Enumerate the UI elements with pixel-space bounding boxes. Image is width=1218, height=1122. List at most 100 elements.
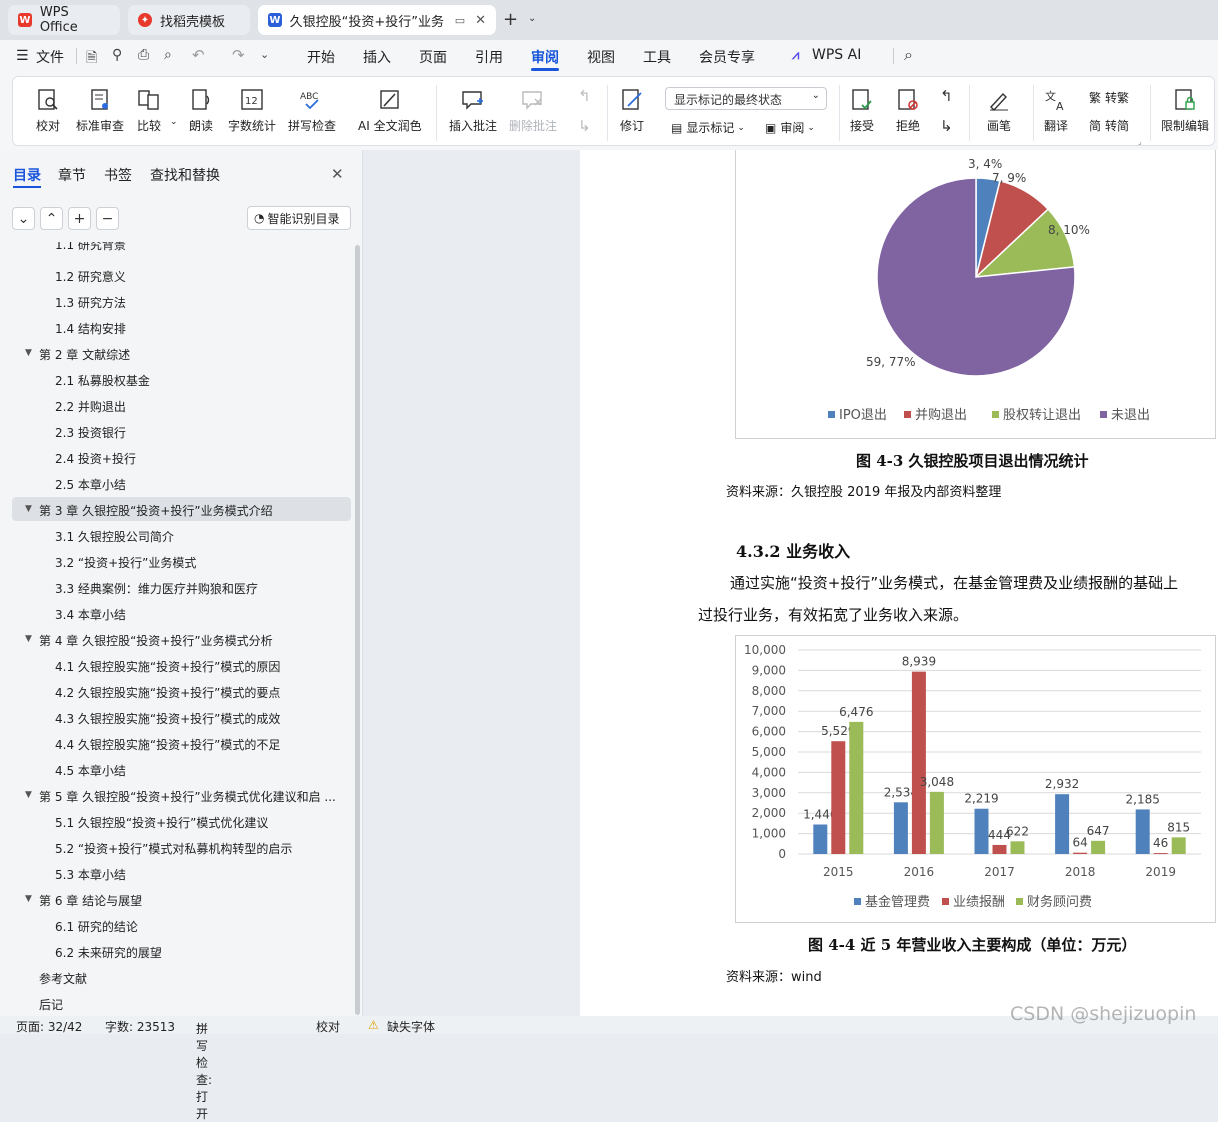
tab-toc[interactable]: 目录 bbox=[13, 165, 41, 185]
toc-item[interactable]: 3.2 “投资+投行”业务模式 bbox=[55, 554, 196, 571]
menu-view[interactable]: 视图 bbox=[587, 47, 615, 67]
menu-insert[interactable]: 插入 bbox=[363, 47, 391, 67]
ai-polish-button[interactable]: AI 全文润色 bbox=[358, 87, 422, 134]
word-count-indicator[interactable]: 字数: 23513 bbox=[105, 1018, 175, 1035]
scrollbar[interactable] bbox=[355, 245, 360, 1015]
toc-item[interactable]: 4.1 久银控股实施“投资+投行”模式的原因 bbox=[55, 658, 280, 675]
next-change-icon[interactable]: ↳ bbox=[940, 117, 953, 135]
toc-item[interactable]: 第 4 章 久银控股“投资+投行”业务模式分析 bbox=[39, 632, 273, 649]
missing-font-indicator[interactable]: 缺失字体 bbox=[387, 1018, 435, 1035]
prev-comment-icon[interactable]: ↰ bbox=[578, 87, 591, 105]
ink-button[interactable]: 画笔 bbox=[986, 87, 1012, 134]
print-preview-icon[interactable]: ⌕ bbox=[164, 47, 172, 63]
toc-item[interactable]: 2.3 投资银行 bbox=[55, 424, 126, 441]
toc-item[interactable]: 参考文献 bbox=[39, 970, 87, 987]
toc-item[interactable]: 2.2 并购退出 bbox=[55, 398, 126, 415]
toc-item[interactable]: 1.4 结构安排 bbox=[55, 320, 126, 337]
show-markup-button[interactable]: ▤ 显示标记 ⌄ bbox=[671, 119, 745, 136]
to-traditional-button[interactable]: 繁转繁 bbox=[1089, 89, 1129, 106]
toc-item[interactable]: 4.4 久银控股实施“投资+投行”模式的不足 bbox=[55, 736, 280, 753]
toc-item[interactable]: 后记 bbox=[39, 996, 63, 1013]
new-tab-icon[interactable]: + bbox=[503, 9, 518, 30]
insert-comment-button[interactable]: 插入批注 bbox=[449, 87, 497, 134]
toc-item[interactable]: 6.1 研究的结论 bbox=[55, 918, 138, 935]
tab-bookmarks[interactable]: 书签 bbox=[104, 165, 132, 185]
menu-tools[interactable]: 工具 bbox=[643, 47, 671, 67]
smart-toc-button[interactable]: ◔ 智能识别目录 bbox=[247, 206, 351, 230]
close-icon[interactable]: ✕ bbox=[475, 13, 486, 28]
accept-button[interactable]: 接受 bbox=[849, 87, 875, 134]
standard-review-button[interactable]: 标准审查 bbox=[76, 87, 124, 134]
toc-item[interactable]: 3.1 久银控股公司简介 bbox=[55, 528, 174, 545]
toc-item[interactable]: 2.4 投资+投行 bbox=[55, 450, 136, 467]
remove-heading-button[interactable]: − bbox=[96, 207, 119, 230]
expand-triangle-icon[interactable]: ▼ bbox=[25, 894, 32, 904]
menu-member[interactable]: 会员专享 bbox=[699, 47, 755, 67]
tab-template[interactable]: ✦ 找稻壳模板 bbox=[128, 5, 250, 35]
spell-check-button[interactable]: ABC 拼写检查 bbox=[288, 87, 336, 134]
track-changes-button[interactable]: 修订 bbox=[619, 87, 645, 134]
toc-item[interactable]: 5.1 久银控股“投资+投行”模式优化建议 bbox=[55, 814, 268, 831]
expand-triangle-icon[interactable]: ▼ bbox=[25, 634, 32, 644]
compare-button[interactable]: 比较 ⌄ bbox=[136, 87, 178, 134]
toc-item[interactable]: 3.4 本章小结 bbox=[55, 606, 126, 623]
toc-item[interactable]: 1.2 研究意义 bbox=[55, 268, 126, 285]
toc-item[interactable]: 第 2 章 文献综述 bbox=[39, 346, 130, 363]
menu-reference[interactable]: 引用 bbox=[475, 47, 503, 67]
toc-item[interactable]: 1.3 研究方法 bbox=[55, 294, 126, 311]
search-icon[interactable]: ⌕ bbox=[904, 45, 913, 65]
add-heading-button[interactable]: + bbox=[68, 207, 91, 230]
restrict-edit-button[interactable]: 限制编辑 bbox=[1161, 87, 1209, 134]
close-icon[interactable]: ✕ bbox=[331, 165, 344, 183]
chevron-down-icon[interactable]: ⌄ bbox=[528, 13, 536, 24]
proof-indicator[interactable]: 校对 bbox=[316, 1018, 340, 1035]
toc-item[interactable]: 4.2 久银控股实施“投资+投行”模式的要点 bbox=[55, 684, 280, 701]
delete-comment-button[interactable]: 删除批注 bbox=[509, 87, 557, 134]
expand-triangle-icon[interactable]: ▼ bbox=[25, 504, 32, 514]
page-indicator[interactable]: 页面: 32/42 bbox=[16, 1018, 82, 1035]
toc-item[interactable]: 4.5 本章小结 bbox=[55, 762, 126, 779]
hamburger-icon[interactable]: ☰ bbox=[16, 48, 29, 64]
print-icon[interactable]: ⎙ bbox=[138, 47, 149, 63]
reject-button[interactable]: 拒绝 bbox=[895, 87, 921, 134]
expand-triangle-icon[interactable]: ▼ bbox=[25, 790, 32, 800]
translate-button[interactable]: 文A 翻译 bbox=[1043, 87, 1069, 134]
menu-review[interactable]: 审阅 bbox=[531, 47, 559, 67]
collapse-down-button[interactable]: ⌄ bbox=[12, 207, 35, 230]
review-pane-button[interactable]: ▣ 审阅 ⌄ bbox=[765, 119, 815, 136]
toc-item[interactable]: 第 3 章 久银控股“投资+投行”业务模式介绍 bbox=[39, 502, 273, 519]
markup-state-select[interactable]: 显示标记的最终状态 ⌄ bbox=[665, 87, 827, 110]
menu-wps-ai[interactable]: WPS AI bbox=[812, 47, 861, 63]
toc-item[interactable]: 5.2 “投资+投行”模式对私募机构转型的启示 bbox=[55, 840, 292, 857]
toc-item[interactable]: 第 6 章 结论与展望 bbox=[39, 892, 142, 909]
expand-triangle-icon[interactable]: ▼ bbox=[25, 348, 32, 358]
quick-more-icon[interactable]: ⌄ bbox=[260, 48, 269, 61]
tab-find-replace[interactable]: 查找和替换 bbox=[150, 165, 220, 185]
read-aloud-button[interactable]: 朗读 bbox=[188, 87, 214, 134]
toc-item[interactable]: 第 5 章 久银控股“投资+投行”业务模式优化建议和启 ... bbox=[39, 788, 336, 805]
tab-document[interactable]: W 久银控股“投资+投行”业务 ▭ ✕ bbox=[258, 5, 496, 35]
menu-home[interactable]: 开始 bbox=[307, 47, 335, 67]
redo-icon[interactable]: ↷ bbox=[232, 46, 245, 64]
tab-wps-office[interactable]: W WPS Office bbox=[8, 5, 120, 35]
toc-item[interactable]: 6.2 未来研究的展望 bbox=[55, 944, 162, 961]
toc-item[interactable]: 1.1 研究背景 bbox=[55, 242, 126, 253]
to-simplified-button[interactable]: 简转简 bbox=[1089, 117, 1129, 134]
next-comment-icon[interactable]: ↳ bbox=[578, 117, 591, 135]
tab-sections[interactable]: 章节 bbox=[58, 165, 86, 185]
toc-item[interactable]: 2.5 本章小结 bbox=[55, 476, 126, 493]
toc-item[interactable]: 4.3 久银控股实施“投资+投行”模式的成效 bbox=[55, 710, 280, 727]
word-count-button[interactable]: 12 字数统计 bbox=[228, 87, 276, 134]
toc-item[interactable]: 5.3 本章小结 bbox=[55, 866, 126, 883]
proofread-button[interactable]: 校对 bbox=[35, 87, 61, 134]
prev-change-icon[interactable]: ↰ bbox=[940, 87, 953, 105]
share-icon[interactable]: ⚲ bbox=[112, 47, 122, 63]
save-icon[interactable]: 🗎 bbox=[86, 47, 97, 71]
toc-item[interactable]: 3.3 经典案例：维力医疗并购狼和医疗 bbox=[55, 580, 258, 597]
undo-icon[interactable]: ↶ bbox=[192, 46, 205, 64]
expand-icon[interactable]: ⌟ bbox=[1138, 137, 1142, 146]
menu-page[interactable]: 页面 bbox=[419, 47, 447, 67]
menu-file[interactable]: 文件 bbox=[36, 47, 64, 67]
collapse-up-button[interactable]: ⌃ bbox=[40, 207, 63, 230]
toc-item[interactable]: 2.1 私募股权基金 bbox=[55, 372, 150, 389]
